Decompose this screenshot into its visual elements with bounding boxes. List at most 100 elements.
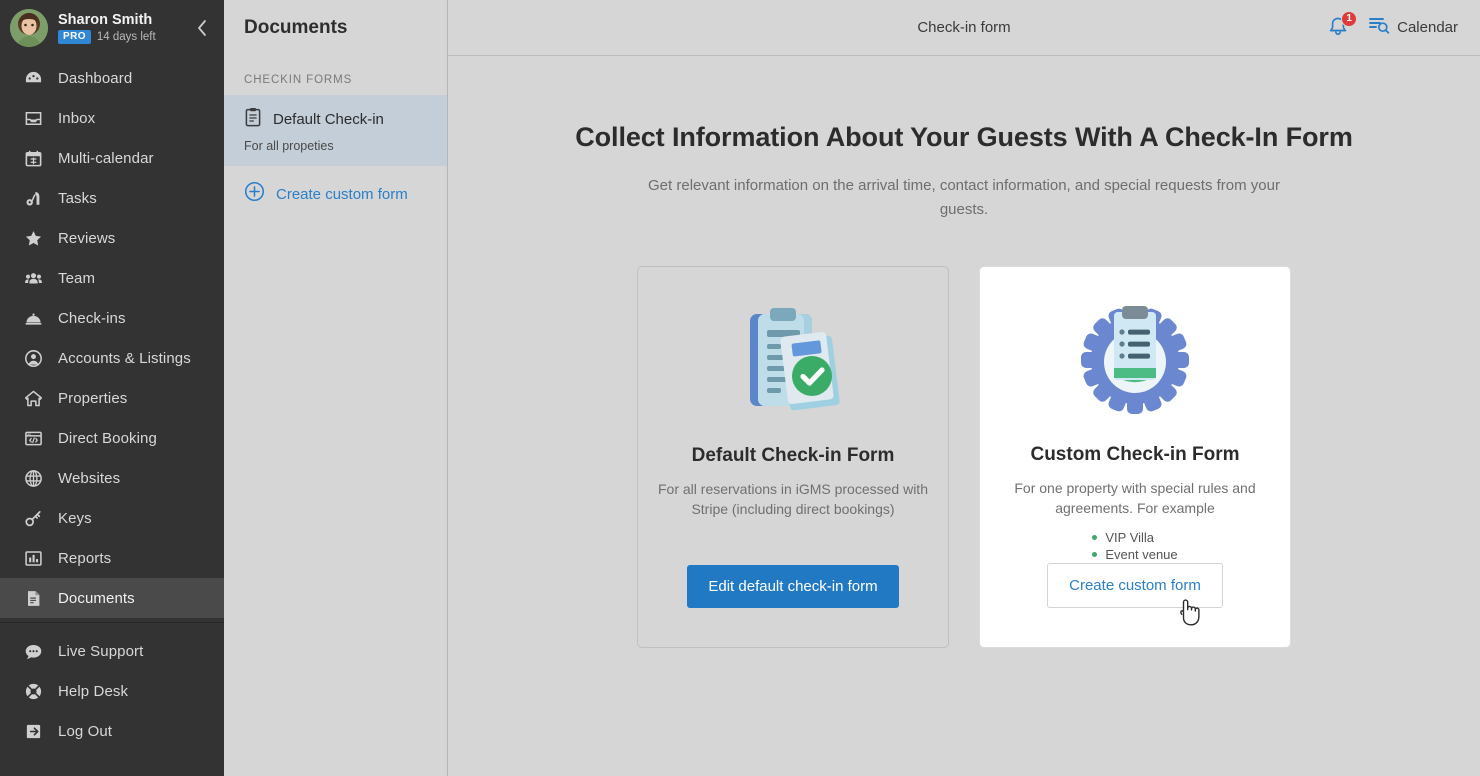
- list-item: Event venue: [1092, 546, 1177, 563]
- star-icon: [20, 229, 46, 248]
- sidebar-item-label: Team: [58, 269, 96, 287]
- top-bar: Check-in form 1 Calendar: [448, 0, 1480, 56]
- document-icon: [20, 589, 46, 608]
- list-item: VIP Villa: [1092, 529, 1177, 546]
- card-title: Default Check-in Form: [691, 445, 895, 466]
- browser-code-icon: [20, 429, 46, 448]
- calendar-button[interactable]: Calendar: [1368, 15, 1458, 40]
- form-list-item-default-checkin[interactable]: Default Check-in For all propeties: [224, 95, 447, 166]
- custom-check-in-form-card[interactable]: Custom Check-in Form For one property wi…: [979, 266, 1291, 648]
- key-icon: [20, 509, 46, 528]
- sidebar-item-label: Websites: [58, 469, 121, 487]
- clipboard-check-illustration: [734, 299, 852, 419]
- sidebar-item-reviews[interactable]: Reviews: [0, 218, 224, 258]
- people-group-icon: [20, 269, 46, 288]
- content-area: Collect Information About Your Guests Wi…: [448, 56, 1480, 776]
- user-profile-block[interactable]: Sharon Smith PRO 14 days left: [0, 0, 224, 56]
- sidebar-item-label: Inbox: [58, 109, 96, 127]
- create-custom-form-link[interactable]: Create custom form: [224, 166, 447, 207]
- sidebar-item-direct-booking[interactable]: Direct Booking: [0, 418, 224, 458]
- card-description: For all reservations in iGMS processed w…: [658, 481, 928, 517]
- sidebar-bottom-nav: Live Support Help Desk Log Out: [0, 618, 224, 757]
- sidebar-item-label: Direct Booking: [58, 429, 157, 447]
- app-root: Sharon Smith PRO 14 days left Dashboard: [0, 0, 1480, 776]
- sidebar-nav: Dashboard Inbox Multi-calendar Tasks Rev…: [0, 56, 224, 757]
- sidebar-item-label: Dashboard: [58, 69, 133, 87]
- sidebar-item-label: Documents: [58, 589, 135, 607]
- calendar-label: Calendar: [1397, 19, 1458, 36]
- calendar-search-icon: [1368, 15, 1390, 40]
- pro-badge: PRO: [58, 30, 91, 44]
- sidebar-item-multi-calendar[interactable]: Multi-calendar: [0, 138, 224, 178]
- clipboard-icon: [244, 107, 262, 132]
- gear-clipboard-illustration: [1076, 299, 1194, 418]
- main-sidebar: Sharon Smith PRO 14 days left Dashboard: [0, 0, 224, 776]
- calendar-grid-icon: [20, 149, 46, 168]
- sidebar-item-live-support[interactable]: Live Support: [0, 631, 224, 671]
- documents-panel: Documents CHECKIN FORMS Default Check-in…: [224, 0, 448, 776]
- sidebar-item-properties[interactable]: Properties: [0, 378, 224, 418]
- sidebar-item-inbox[interactable]: Inbox: [0, 98, 224, 138]
- sidebar-item-team[interactable]: Team: [0, 258, 224, 298]
- user-avatar-photo: [10, 9, 48, 47]
- trial-days-left: 14 days left: [96, 31, 156, 43]
- chevron-left-icon: [198, 20, 206, 36]
- house-icon: [20, 389, 46, 408]
- sidebar-item-check-ins[interactable]: Check-ins: [0, 298, 224, 338]
- sidebar-item-reports[interactable]: Reports: [0, 538, 224, 578]
- avatar[interactable]: [10, 9, 48, 47]
- sidebar-item-tasks[interactable]: Tasks: [0, 178, 224, 218]
- sidebar-item-accounts-listings[interactable]: Accounts & Listings: [0, 338, 224, 378]
- sidebar-item-label: Properties: [58, 389, 128, 407]
- logout-arrow-icon: [20, 722, 46, 741]
- topbar-actions: 1 Calendar: [1326, 10, 1480, 41]
- sidebar-item-label: Reports: [58, 549, 112, 567]
- create-custom-form-label: Create custom form: [276, 185, 408, 203]
- sidebar-item-label: Log Out: [58, 722, 113, 740]
- dashboard-gauge-icon: [20, 69, 46, 88]
- chat-bubble-icon: [20, 642, 46, 661]
- sidebar-item-label: Check-ins: [58, 309, 126, 327]
- sidebar-item-label: Accounts & Listings: [58, 349, 191, 367]
- edit-default-check-in-form-button[interactable]: Edit default check-in form: [687, 565, 899, 608]
- user-name: Sharon Smith: [58, 12, 153, 28]
- lifebuoy-icon: [20, 682, 46, 701]
- form-item-main: Default Check-in: [244, 107, 433, 132]
- vacuum-tasks-icon: [20, 189, 46, 208]
- main-content: Check-in form 1 Calendar Collect Informa…: [448, 0, 1480, 776]
- sidebar-item-label: Live Support: [58, 642, 144, 660]
- checkin-forms-section-label: CHECKIN FORMS: [244, 74, 353, 86]
- sidebar-item-label: Multi-calendar: [58, 149, 154, 167]
- sidebar-item-label: Reviews: [58, 229, 116, 247]
- documents-panel-title: Documents: [244, 17, 348, 38]
- sidebar-item-documents[interactable]: Documents: [0, 578, 224, 618]
- sidebar-item-dashboard[interactable]: Dashboard: [0, 58, 224, 98]
- sidebar-item-log-out[interactable]: Log Out: [0, 711, 224, 751]
- sidebar-item-help-desk[interactable]: Help Desk: [0, 671, 224, 711]
- service-bell-icon: [20, 309, 46, 328]
- content-subheadline: Get relevant information on the arrival …: [648, 177, 1280, 218]
- sidebar-item-label: Tasks: [58, 189, 97, 207]
- notifications-button[interactable]: 1: [1326, 10, 1358, 41]
- form-item-name: Default Check-in: [273, 111, 384, 128]
- notification-count-badge: 1: [1341, 10, 1358, 27]
- card-description: For one property with special rules and …: [1014, 480, 1256, 516]
- bar-chart-icon: [20, 549, 46, 568]
- sidebar-item-label: Help Desk: [58, 682, 129, 700]
- inbox-tray-icon: [20, 109, 46, 128]
- sidebar-item-websites[interactable]: Websites: [0, 458, 224, 498]
- sidebar-divider: [0, 622, 224, 623]
- content-headline: Collect Information About Your Guests Wi…: [575, 122, 1353, 152]
- card-title: Custom Check-in Form: [1030, 444, 1240, 465]
- sidebar-item-label: Keys: [58, 509, 92, 527]
- card-bullet-list: VIP Villa Event venue: [1092, 529, 1177, 563]
- default-check-in-form-card[interactable]: Default Check-in Form For all reservatio…: [637, 266, 949, 648]
- user-subinfo: PRO 14 days left: [58, 30, 156, 44]
- sidebar-item-keys[interactable]: Keys: [0, 498, 224, 538]
- form-item-subtitle: For all propeties: [244, 139, 334, 153]
- create-custom-form-button[interactable]: Create custom form: [1047, 563, 1223, 608]
- plus-circle-icon: [244, 181, 265, 207]
- user-meta: Sharon Smith PRO 14 days left: [58, 12, 156, 44]
- form-type-cards: Default Check-in Form For all reservatio…: [637, 266, 1291, 648]
- sidebar-collapse-button[interactable]: [192, 18, 212, 38]
